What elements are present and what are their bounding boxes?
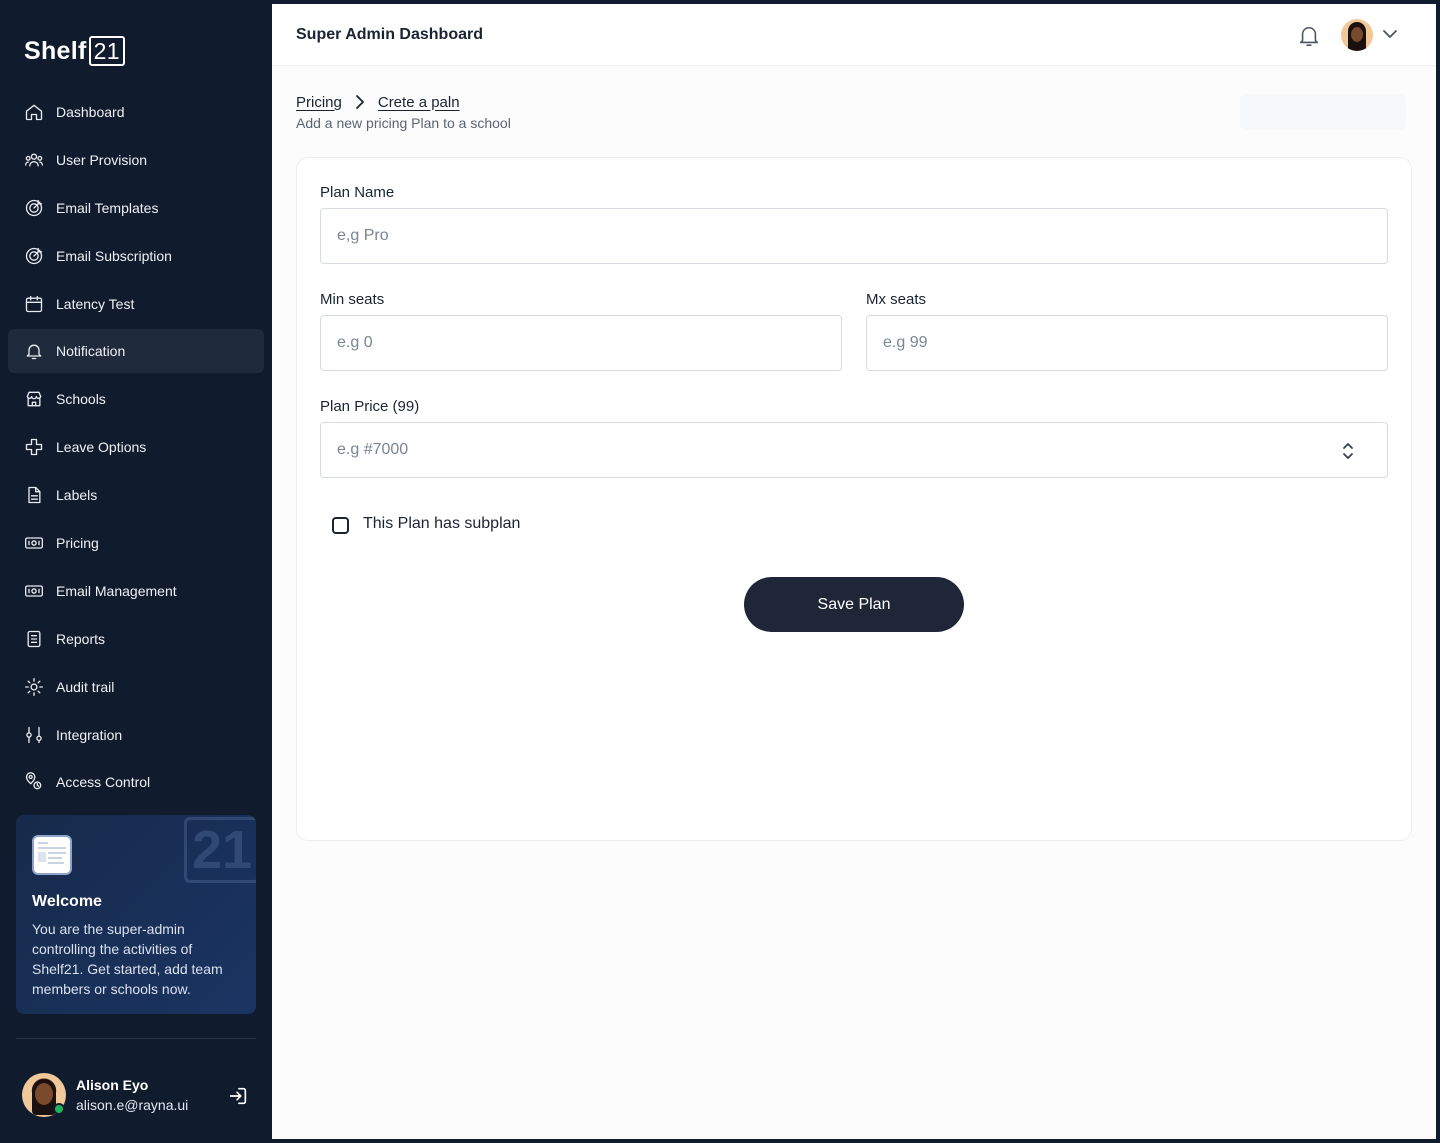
sidebar-item-pricing[interactable]: Pricing bbox=[8, 521, 264, 565]
sidebar-item-email-templates[interactable]: Email Templates bbox=[8, 186, 264, 230]
user-name: Alison Eyo bbox=[76, 1077, 149, 1093]
breadcrumb-pricing-link[interactable]: Pricing bbox=[296, 94, 342, 111]
sidebar-item-label: Access Control bbox=[56, 774, 151, 791]
top-bar: Super Admin Dashboard bbox=[272, 4, 1436, 66]
calendar-icon bbox=[24, 294, 44, 314]
settings-gear-icon bbox=[24, 677, 44, 697]
sidebar-item-label: Latency Test bbox=[56, 295, 135, 312]
plan-price-label: Plan Price (99) bbox=[320, 398, 420, 415]
welcome-title: Welcome bbox=[32, 893, 102, 910]
sidebar-item-access-control[interactable]: Access Control bbox=[8, 760, 264, 804]
sidebar-item-labels[interactable]: Labels bbox=[8, 473, 264, 517]
sidebar-item-label: Labels bbox=[56, 487, 98, 504]
chevron-right-icon bbox=[350, 92, 370, 112]
bell-icon bbox=[24, 341, 44, 361]
app-logo[interactable]: Shelf 21 bbox=[24, 36, 125, 66]
sidebar-item-latency-test[interactable]: Latency Test bbox=[8, 282, 264, 326]
location-pins-icon bbox=[24, 772, 44, 792]
sidebar-item-label: Schools bbox=[56, 391, 106, 408]
up-down-chevron-icon[interactable] bbox=[1339, 441, 1357, 461]
max-seats-label: Mx seats bbox=[866, 291, 927, 308]
sidebar-item-label: Pricing bbox=[56, 535, 99, 552]
sidebar-item-audit-trail[interactable]: Audit trail bbox=[8, 665, 264, 709]
sidebar-item-label: User Provision bbox=[56, 151, 148, 168]
users-icon bbox=[24, 150, 44, 170]
sidebar-item-label: Reports bbox=[56, 630, 106, 647]
sliders-icon bbox=[24, 725, 44, 745]
target-icon bbox=[24, 198, 44, 218]
breadcrumb-current-link[interactable]: Crete a paln bbox=[378, 94, 460, 111]
sidebar-item-email-subscription[interactable]: Email Subscription bbox=[8, 234, 264, 278]
sidebar-item-integration[interactable]: Integration bbox=[8, 713, 264, 757]
watermark-logo: 21 bbox=[184, 817, 256, 883]
sidebar-item-notification[interactable]: Notification bbox=[8, 329, 264, 374]
sidebar: Shelf 21 Dashboard User Provision Email T… bbox=[0, 0, 272, 1143]
user-email: alison.e@rayna.ui bbox=[76, 1097, 189, 1113]
page-title: Super Admin Dashboard bbox=[296, 26, 483, 43]
breadcrumb: Pricing Crete a paln bbox=[296, 92, 460, 112]
plan-name-field[interactable] bbox=[320, 208, 1388, 264]
plus-cross-icon bbox=[24, 437, 44, 457]
home-icon bbox=[24, 102, 44, 122]
page-subtitle: Add a new pricing Plan to a school bbox=[296, 115, 511, 131]
max-seats-field[interactable] bbox=[866, 315, 1388, 371]
min-seats-input[interactable] bbox=[337, 334, 841, 352]
faded-action-button bbox=[1240, 94, 1406, 130]
sidebar-item-dashboard[interactable]: Dashboard bbox=[8, 90, 264, 134]
online-status-dot bbox=[53, 1103, 65, 1115]
sidebar-item-label: Dashboard bbox=[56, 104, 125, 120]
header-avatar[interactable] bbox=[1341, 19, 1373, 51]
sidebar-item-label: Integration bbox=[56, 726, 123, 743]
money-icon bbox=[24, 533, 44, 553]
sidebar-item-label: Audit trail bbox=[56, 678, 115, 695]
welcome-card: 21 Welcome You are the super-admin contr… bbox=[16, 815, 256, 1014]
user-profile: Alison Eyo alison.e@rayna.ui bbox=[22, 1073, 256, 1117]
target-icon bbox=[24, 246, 44, 266]
sidebar-item-label: Notification bbox=[56, 343, 126, 360]
document-icon bbox=[24, 485, 44, 505]
sidebar-item-email-management[interactable]: Email Management bbox=[8, 569, 264, 613]
sidebar-item-label: Leave Options bbox=[56, 439, 147, 456]
subplan-checkbox[interactable] bbox=[332, 517, 349, 534]
min-seats-field[interactable] bbox=[320, 315, 842, 371]
logout-icon[interactable] bbox=[227, 1085, 249, 1107]
store-icon bbox=[24, 389, 44, 409]
sidebar-item-user-provision[interactable]: User Provision bbox=[8, 138, 264, 182]
plan-price-field[interactable] bbox=[320, 422, 1388, 478]
main-content: Super Admin Dashboard Pricing Crete a pa… bbox=[272, 4, 1436, 1139]
sidebar-nav: Dashboard User Provision Email Templates… bbox=[8, 90, 264, 808]
welcome-body: You are the super-admin controlling the … bbox=[32, 921, 223, 997]
sidebar-item-reports[interactable]: Reports bbox=[8, 617, 264, 661]
sidebar-item-label: Email Management bbox=[56, 582, 177, 599]
dashboard-preview-icon bbox=[32, 835, 72, 875]
max-seats-input[interactable] bbox=[883, 334, 1387, 352]
plan-name-label: Plan Name bbox=[320, 184, 395, 201]
logo-box: 21 bbox=[88, 36, 125, 66]
sidebar-item-schools[interactable]: Schools bbox=[8, 377, 264, 421]
report-icon bbox=[24, 629, 44, 649]
sidebar-divider bbox=[16, 1038, 256, 1039]
chevron-down-icon[interactable] bbox=[1382, 26, 1398, 42]
sidebar-item-label: Email Subscription bbox=[56, 247, 172, 264]
subplan-checkbox-label[interactable]: This Plan has subplan bbox=[363, 515, 520, 533]
sidebar-item-leave-options[interactable]: Leave Options bbox=[8, 425, 264, 469]
notification-bell-icon[interactable] bbox=[1298, 24, 1320, 48]
plan-name-input[interactable] bbox=[337, 227, 1387, 245]
save-plan-button[interactable]: Save Plan bbox=[744, 577, 964, 632]
logo-text: Shelf bbox=[24, 36, 87, 65]
plan-price-input[interactable] bbox=[337, 441, 1317, 459]
sidebar-item-label: Email Templates bbox=[56, 199, 159, 216]
create-plan-form: Plan Name Min seats Mx seats Plan Price … bbox=[296, 157, 1412, 841]
money-icon bbox=[24, 581, 44, 601]
min-seats-label: Min seats bbox=[320, 291, 385, 308]
